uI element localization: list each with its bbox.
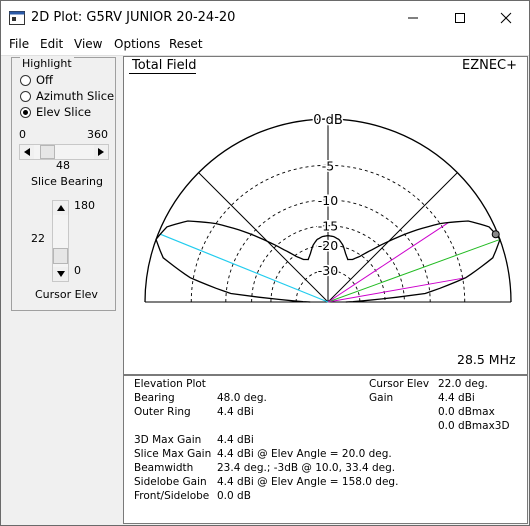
slice-bearing-scrollbar[interactable] xyxy=(19,144,109,160)
cursor-elev-min-label: 0 xyxy=(74,264,81,277)
arrow-right-icon xyxy=(98,148,104,156)
highlight-group-label: Highlight xyxy=(20,57,74,70)
highlight-line xyxy=(327,222,449,303)
radio-elev-slice[interactable]: Elev Slice xyxy=(20,105,91,119)
plot-area[interactable]: Total Field EZNEC+ 0 dB -5 -10 -15 -20 -30 28… xyxy=(123,56,528,375)
maximize-icon xyxy=(455,13,465,23)
menu-reset[interactable]: Reset xyxy=(169,37,203,51)
info-value: 4.4 dBi @ Elev Angle = 20.0 deg. xyxy=(217,448,392,460)
info-panel: Elevation Plot Bearing 48.0 deg. Outer Ring… xyxy=(123,375,528,524)
radio-azimuth-indicator[interactable] xyxy=(20,90,31,102)
radio-elev-indicator[interactable] xyxy=(20,106,31,118)
scroll-down-button[interactable] xyxy=(53,267,68,281)
info-value: 4.4 dBi xyxy=(438,392,475,404)
scroll-left-button[interactable] xyxy=(20,145,34,159)
radio-azimuth-slice[interactable]: Azimuth Slice xyxy=(20,89,114,103)
slice-bearing-value: 48 xyxy=(56,159,70,172)
info-value: 4.4 dBi xyxy=(217,406,254,418)
arrow-up-icon xyxy=(56,205,65,211)
info-label: Slice Max Gain xyxy=(134,448,212,460)
frequency-label: 28.5 MHz xyxy=(457,352,516,367)
info-label: Gain xyxy=(369,392,394,404)
ring-label: -15 xyxy=(318,219,338,234)
title-bar[interactable]: 2D Plot: G5RV JUNIOR 20-24-20 xyxy=(1,1,529,35)
radio-elev-label: Elev Slice xyxy=(36,105,92,119)
cursor-elev-value: 22 xyxy=(31,232,45,245)
minimize-icon xyxy=(408,17,418,19)
app-icon xyxy=(9,11,25,25)
ring-label: 0 dB xyxy=(313,113,343,128)
menu-file[interactable]: File xyxy=(9,37,29,51)
ring-label: -30 xyxy=(318,263,338,278)
ring-label: -5 xyxy=(322,158,334,173)
close-button[interactable] xyxy=(483,1,529,35)
cursor-elev-label: Cursor Elev xyxy=(35,288,98,301)
slice-bearing-label: Slice Bearing xyxy=(31,175,103,188)
highlight-panel: Highlight Off Azimuth Slice Elev Slice 0… xyxy=(11,57,116,311)
info-value: 22.0 deg. xyxy=(438,378,488,390)
info-label: Cursor Elev xyxy=(369,378,430,390)
close-icon xyxy=(500,12,512,24)
polar-plot: 0 dB -5 -10 -15 -20 -30 xyxy=(144,112,512,303)
radio-off-label: Off xyxy=(36,73,53,87)
info-value: 0.0 dB xyxy=(217,490,251,502)
menu-options[interactable]: Options xyxy=(114,37,160,51)
info-label: 3D Max Gain xyxy=(134,434,202,446)
info-value: 48.0 deg. xyxy=(217,392,267,404)
ring-label: -10 xyxy=(318,193,338,208)
arrow-down-icon xyxy=(56,271,65,277)
minimize-button[interactable] xyxy=(390,1,436,35)
maximize-button[interactable] xyxy=(437,1,483,35)
radio-off[interactable]: Off xyxy=(20,73,53,87)
scroll-right-button[interactable] xyxy=(94,145,108,159)
cursor-elev-max-label: 180 xyxy=(74,199,95,212)
slice-bearing-thumb[interactable] xyxy=(40,145,56,159)
info-label: Bearing xyxy=(134,392,175,404)
radio-azimuth-label: Azimuth Slice xyxy=(36,89,115,103)
info-value: 23.4 deg.; -3dB @ 10.0, 33.4 deg. xyxy=(217,462,396,474)
bearing-min-label: 0 xyxy=(19,128,26,141)
ring-label: -20 xyxy=(318,238,338,253)
window-title: 2D Plot: G5RV JUNIOR 20-24-20 xyxy=(31,10,236,25)
arrow-left-icon xyxy=(24,148,30,156)
info-label: Sidelobe Gain xyxy=(134,476,207,488)
info-value: 0.0 dBmax xyxy=(438,406,495,418)
scroll-up-button[interactable] xyxy=(53,201,68,215)
menu-view[interactable]: View xyxy=(74,37,102,51)
radio-off-indicator[interactable] xyxy=(20,74,31,86)
highlight-line xyxy=(327,238,501,303)
cursor-marker xyxy=(491,230,500,239)
info-value: 4.4 dBi xyxy=(217,434,254,446)
info-label: Beamwidth xyxy=(134,462,194,474)
info-label: Elevation Plot xyxy=(134,378,206,390)
info-label: Front/Sidelobe xyxy=(134,490,210,502)
cursor-elev-scrollbar[interactable] xyxy=(52,200,69,282)
menu-edit[interactable]: Edit xyxy=(40,37,63,51)
bearing-max-label: 360 xyxy=(87,128,108,141)
plot-window: 2D Plot: G5RV JUNIOR 20-24-20 File Edit … xyxy=(0,0,530,526)
info-value: 4.4 dBi @ Elev Angle = 158.0 deg. xyxy=(217,476,399,488)
cursor-elev-thumb[interactable] xyxy=(53,248,68,265)
info-label: Outer Ring xyxy=(134,406,191,418)
menu-bar: File Edit View Options Reset xyxy=(1,35,529,56)
info-value: 0.0 dBmax3D xyxy=(438,420,510,432)
radial-line xyxy=(198,172,329,303)
